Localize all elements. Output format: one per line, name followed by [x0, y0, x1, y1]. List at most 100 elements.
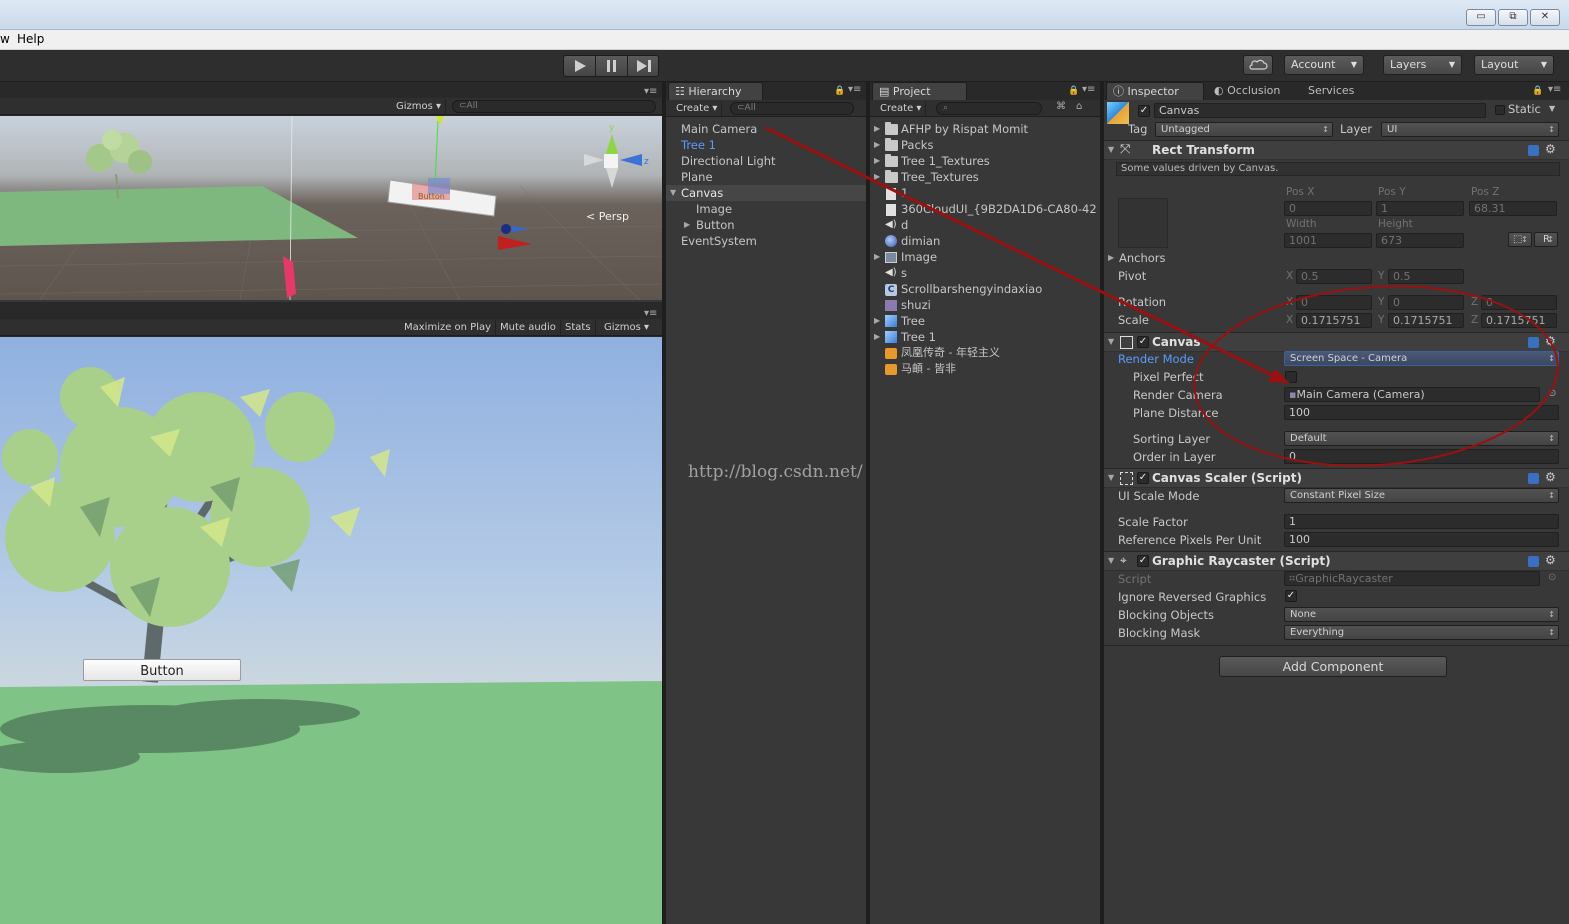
- game-ui-button[interactable]: Button: [83, 659, 241, 681]
- static-dropdown-icon[interactable]: ▼: [1549, 104, 1555, 113]
- panel-menu-icon[interactable]: ▾≡: [1082, 84, 1095, 95]
- expand-arrow-icon[interactable]: ▶: [874, 313, 880, 329]
- gear-icon[interactable]: ⚙: [1545, 142, 1556, 156]
- project-item[interactable]: 360CloudUI_{9B2DA1D6-CA80-42: [901, 201, 1097, 217]
- project-item[interactable]: dimian: [901, 233, 940, 249]
- blocking-objects-dropdown[interactable]: None: [1284, 607, 1559, 622]
- project-item[interactable]: Packs: [901, 137, 933, 153]
- plane-distance-field[interactable]: 100: [1284, 405, 1559, 420]
- posy-field[interactable]: 1: [1376, 201, 1464, 216]
- ignore-reversed-checkbox[interactable]: ✓: [1285, 590, 1297, 602]
- expand-arrow-icon[interactable]: ▼: [1108, 553, 1114, 569]
- game-viewport[interactable]: Button: [0, 337, 662, 924]
- scene-viewport[interactable]: Button y z < Persp: [0, 116, 662, 300]
- tab-occlusion[interactable]: ◐ Occlusion: [1208, 82, 1303, 100]
- object-picker-icon[interactable]: ⊙: [1548, 388, 1556, 399]
- ui-scale-mode-dropdown[interactable]: Constant Pixel Size: [1284, 488, 1559, 503]
- canvas-component-header[interactable]: ▼ ✓ Canvas ⚙: [1104, 332, 1569, 352]
- hierarchy-item-eventsystem[interactable]: EventSystem: [681, 233, 757, 249]
- project-item[interactable]: Tree: [901, 313, 925, 329]
- gear-icon[interactable]: ⚙: [1545, 334, 1556, 348]
- collapse-arrow-icon[interactable]: ▶: [684, 217, 690, 233]
- expand-arrow-icon[interactable]: ▶: [874, 329, 880, 345]
- account-dropdown[interactable]: Account ▼: [1284, 55, 1364, 75]
- expand-arrow-icon[interactable]: ▼: [670, 185, 676, 201]
- expand-arrow-icon[interactable]: ▶: [874, 121, 880, 137]
- scene-gizmos-dropdown[interactable]: Gizmos ▾: [392, 99, 447, 114]
- scale-x-field[interactable]: 0.1715751: [1296, 313, 1372, 328]
- layer-dropdown[interactable]: UI: [1381, 122, 1559, 137]
- expand-arrow-icon[interactable]: ▼: [1108, 334, 1114, 350]
- project-item[interactable]: Scrollbarshengyindaxiao: [901, 281, 1042, 297]
- anchors-label[interactable]: Anchors: [1119, 250, 1166, 266]
- project-item[interactable]: s: [901, 265, 907, 281]
- tab-project[interactable]: ▤ Project: [872, 82, 967, 100]
- step-button[interactable]: [628, 56, 660, 76]
- help-icon[interactable]: [1528, 145, 1539, 156]
- scene-menu-icon[interactable]: ▾≡: [644, 86, 657, 97]
- expand-arrow-icon[interactable]: ▼: [1108, 142, 1114, 158]
- tab-services[interactable]: Services: [1302, 82, 1382, 100]
- play-button[interactable]: [564, 56, 596, 76]
- persp-label[interactable]: < Persp: [586, 210, 629, 223]
- mute-audio-toggle[interactable]: Mute audio: [496, 320, 561, 335]
- splitter[interactable]: [1100, 82, 1104, 924]
- static-checkbox[interactable]: [1495, 105, 1505, 115]
- canvas-enabled-checkbox[interactable]: ✓: [1137, 336, 1149, 348]
- posx-field[interactable]: 0: [1284, 201, 1372, 216]
- expand-arrow-icon[interactable]: ▼: [1108, 470, 1114, 486]
- width-field[interactable]: 1001: [1284, 233, 1372, 248]
- stats-toggle[interactable]: Stats: [561, 320, 596, 335]
- expand-arrow-icon[interactable]: ▶: [874, 169, 880, 185]
- hierarchy-search-input[interactable]: ⊂All: [730, 102, 854, 115]
- add-component-button[interactable]: Add Component: [1219, 656, 1447, 677]
- menu-item-help[interactable]: Help: [17, 32, 44, 46]
- expand-arrow-icon[interactable]: ▶: [874, 153, 880, 169]
- blocking-mask-dropdown[interactable]: Everything: [1284, 625, 1559, 640]
- posz-field[interactable]: 68.31: [1469, 201, 1557, 216]
- gear-icon[interactable]: ⚙: [1545, 470, 1556, 484]
- menu-item-window[interactable]: w: [0, 32, 10, 46]
- project-item[interactable]: 凤凰传奇 - 年轻主义: [901, 345, 1000, 361]
- hierarchy-item-image[interactable]: Image: [696, 201, 732, 217]
- raw-edit-button[interactable]: R: [1534, 232, 1558, 247]
- pivot-y-field[interactable]: 0.5: [1388, 269, 1464, 284]
- sorting-layer-dropdown[interactable]: Default: [1284, 431, 1559, 446]
- raycaster-enabled-checkbox[interactable]: ✓: [1137, 555, 1149, 567]
- lock-icon[interactable]: 🔒: [834, 86, 845, 96]
- hierarchy-item-plane[interactable]: Plane: [681, 169, 713, 185]
- filter-label-icon[interactable]: ⌂: [1076, 101, 1082, 112]
- scene-orientation-gizmo[interactable]: y z: [584, 123, 649, 188]
- panel-menu-icon[interactable]: ▾≡: [1548, 84, 1561, 95]
- panel-menu-icon[interactable]: ▾≡: [848, 84, 861, 95]
- project-item[interactable]: AFHP by Rispat Momit: [901, 121, 1028, 137]
- help-icon[interactable]: [1528, 473, 1539, 484]
- lock-icon[interactable]: 🔒: [1068, 86, 1079, 96]
- splitter[interactable]: [662, 82, 666, 924]
- render-mode-dropdown[interactable]: Screen Space - Camera: [1284, 351, 1559, 366]
- help-icon[interactable]: [1528, 337, 1539, 348]
- scale-z-field[interactable]: 0.1715751: [1481, 313, 1557, 328]
- order-in-layer-field[interactable]: 0: [1284, 449, 1559, 464]
- rotation-z-field[interactable]: 0: [1481, 295, 1557, 310]
- tag-dropdown[interactable]: Untagged: [1155, 122, 1333, 137]
- hierarchy-item-directional-light[interactable]: Directional Light: [681, 153, 776, 169]
- pixel-perfect-checkbox[interactable]: [1285, 371, 1297, 383]
- close-button[interactable]: ✕: [1530, 9, 1560, 26]
- graphic-raycaster-header[interactable]: ▼ ⌖ ✓ Graphic Raycaster (Script) ⚙: [1104, 551, 1569, 571]
- height-field[interactable]: 673: [1376, 233, 1464, 248]
- project-item[interactable]: d: [901, 217, 908, 233]
- project-item[interactable]: 马頔 - 皆非: [901, 361, 956, 377]
- pivot-x-field[interactable]: 0.5: [1296, 269, 1372, 284]
- pause-button[interactable]: [596, 56, 628, 76]
- project-item[interactable]: Image: [901, 249, 937, 265]
- hierarchy-create-button[interactable]: Create ▾: [672, 101, 723, 116]
- reference-ppu-field[interactable]: 100: [1284, 532, 1559, 547]
- collapse-arrow-icon[interactable]: ▶: [1108, 250, 1114, 266]
- tab-inspector[interactable]: ⓘ Inspector: [1106, 82, 1204, 100]
- layers-dropdown[interactable]: Layers ▼: [1383, 55, 1462, 75]
- help-icon[interactable]: [1528, 556, 1539, 567]
- scale-factor-field[interactable]: 1: [1284, 514, 1559, 529]
- hierarchy-item-tree-1[interactable]: Tree 1: [681, 137, 716, 153]
- blueprint-mode-button[interactable]: ⬚: [1508, 232, 1532, 247]
